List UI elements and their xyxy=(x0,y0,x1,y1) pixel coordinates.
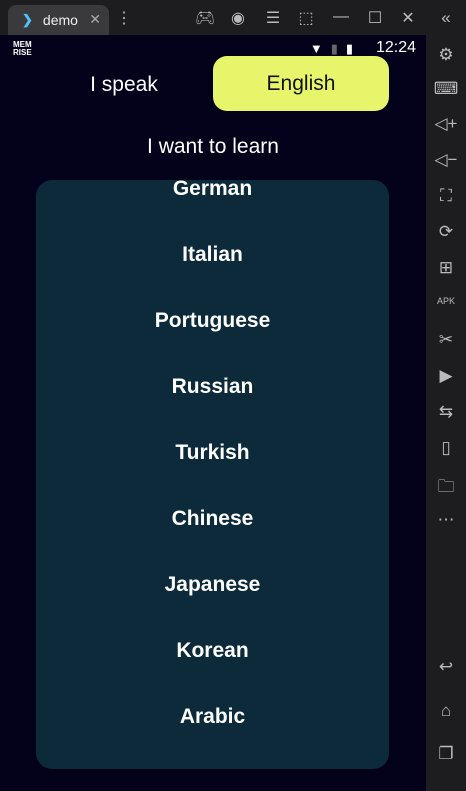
wifi-icon: ▼ xyxy=(309,41,331,56)
menu-icon[interactable]: ☰ xyxy=(263,8,283,28)
language-item[interactable]: Arabic xyxy=(36,702,389,732)
tab-title: demo xyxy=(42,12,78,28)
language-item[interactable]: German xyxy=(36,180,389,204)
settings-icon[interactable]: ⚙ xyxy=(426,45,466,65)
language-list[interactable]: German Italian Portuguese Russian Turkis… xyxy=(36,180,389,769)
resize-icon[interactable]: ⬚ xyxy=(296,8,316,28)
screenshot-icon[interactable]: ⛶ xyxy=(426,186,466,206)
keyboard-icon[interactable]: ⌨ xyxy=(426,79,466,99)
speak-label: I speak xyxy=(90,73,158,96)
speak-language-button[interactable]: English xyxy=(213,56,389,111)
language-item[interactable]: Italian xyxy=(36,240,389,270)
folder-icon[interactable]: 🗀 xyxy=(426,474,466,503)
more-icon[interactable]: ⋯ xyxy=(426,510,466,530)
memrise-logo: MEM RISE xyxy=(13,40,32,57)
android-screen: MEM RISE ▼▮▮ 12:24 I speak English I want… xyxy=(0,35,426,791)
tab-close-icon[interactable]: ✕ xyxy=(89,11,101,28)
minimize-icon[interactable]: — xyxy=(331,8,351,26)
video-icon[interactable]: ▶ xyxy=(426,366,466,386)
language-item[interactable]: Korean xyxy=(36,636,389,666)
more-vert-icon[interactable]: ⋮ xyxy=(114,8,134,28)
close-icon[interactable]: ✕ xyxy=(398,8,418,28)
volume-up-icon[interactable]: ◁+ xyxy=(426,114,466,134)
clock: 12:24 xyxy=(375,39,416,56)
learn-label: I want to learn xyxy=(147,135,279,158)
no-sim-icon: ▮ xyxy=(330,41,346,56)
tab-demo[interactable]: ❯ demo ✕ xyxy=(8,5,109,35)
title-bar: ❯ demo ✕ ⋮ 🎮︎ ◉ ☰ ⬚ — ☐ ✕ xyxy=(0,0,466,35)
language-item[interactable]: Chinese xyxy=(36,504,389,534)
gamepad-icon[interactable]: 🎮︎ xyxy=(195,8,215,28)
flutter-icon: ❯ xyxy=(22,12,33,27)
scissors-icon[interactable]: ✂ xyxy=(426,330,466,350)
rotate-icon[interactable]: ⟳ xyxy=(426,222,466,242)
recents-icon[interactable]: ❐ xyxy=(426,744,466,764)
language-item[interactable]: Turkish xyxy=(36,438,389,468)
maximize-icon[interactable]: ☐ xyxy=(365,8,385,28)
status-icons: ▼▮▮ xyxy=(310,41,361,57)
account-icon[interactable]: ◉ xyxy=(228,8,248,28)
apk-icon[interactable]: APK xyxy=(426,296,466,306)
battery-icon: ▮ xyxy=(345,41,361,56)
volume-down-icon[interactable]: ◁− xyxy=(426,150,466,170)
language-item[interactable]: Portuguese xyxy=(36,306,389,336)
add-window-icon[interactable]: ⊞ xyxy=(426,258,466,278)
language-item[interactable]: Japanese xyxy=(36,570,389,600)
back-icon[interactable]: ↩ xyxy=(426,657,466,677)
language-item[interactable]: Russian xyxy=(36,372,389,402)
collapse-icon[interactable]: « xyxy=(426,8,466,28)
home-icon[interactable]: ⌂ xyxy=(426,701,466,721)
transfer-icon[interactable]: ⇆ xyxy=(426,402,466,422)
shake-icon[interactable]: ▯ xyxy=(426,438,466,458)
emulator-sidebar: « ⚙ ⌨ ◁+ ◁− ⛶ ⟳ ⊞ APK ✂ ▶ ⇆ ▯ 🗀 ⋯ ↩ ⌂ ❐ xyxy=(426,0,466,791)
